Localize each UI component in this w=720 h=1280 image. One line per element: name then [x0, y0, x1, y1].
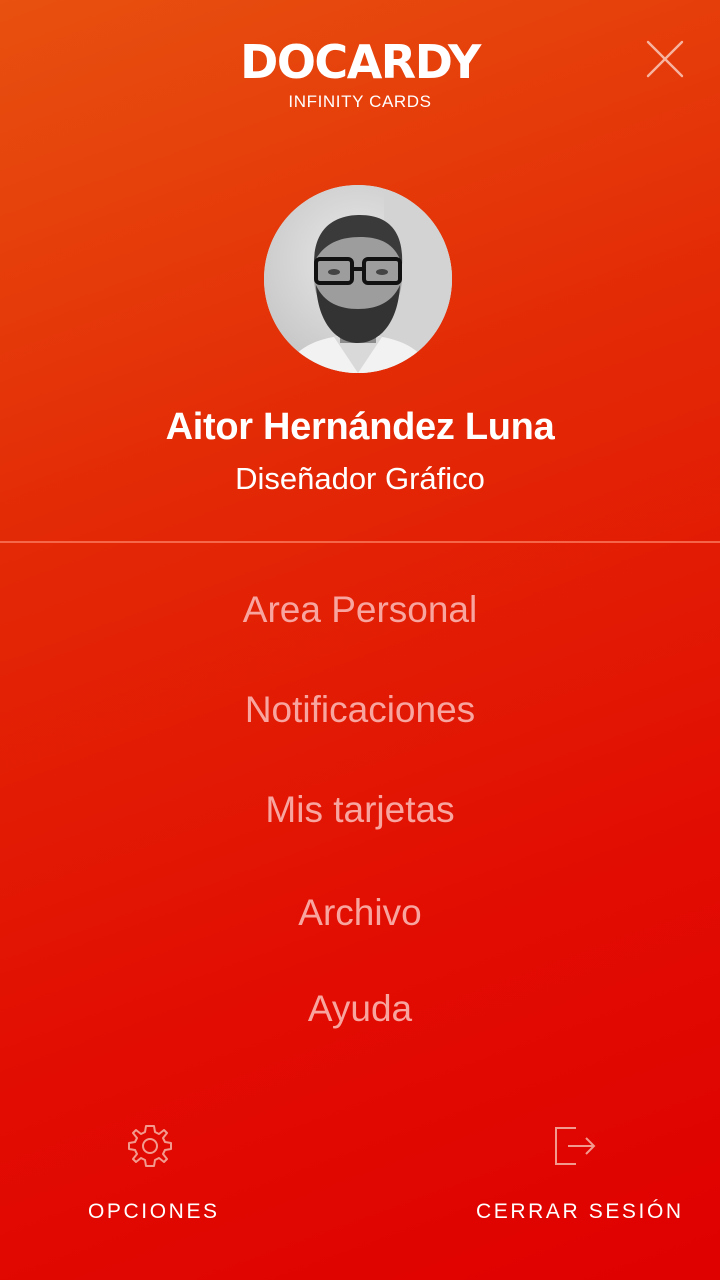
menu-item-area-personal[interactable]: Area Personal — [0, 586, 720, 634]
side-menu-screen: DOCARDY INFINITY CARDS Aitor Hernández L… — [0, 0, 720, 1280]
app-logo: DOCARDY INFINITY CARDS — [0, 34, 720, 113]
gear-icon — [128, 1125, 172, 1167]
logout-label: CERRAR SESIÓN — [476, 1200, 684, 1223]
avatar[interactable] — [264, 185, 452, 373]
divider — [0, 541, 720, 543]
logout-button[interactable]: CERRAR SESIÓN — [460, 1118, 690, 1230]
user-name: Aitor Hernández Luna — [165, 406, 555, 448]
menu-item-notificaciones[interactable]: Notificaciones — [0, 686, 720, 734]
logout-icon — [555, 1127, 596, 1165]
logo-title: DOCARDY — [240, 35, 481, 89]
avatar-photo — [264, 185, 452, 373]
menu-item-ayuda[interactable]: Ayuda — [0, 985, 720, 1033]
options-label: OPCIONES — [88, 1200, 220, 1223]
menu-item-archivo[interactable]: Archivo — [0, 889, 720, 937]
logo-subtitle: INFINITY CARDS — [288, 92, 432, 111]
user-role: Diseñador Gráfico — [235, 461, 485, 496]
options-button[interactable]: OPCIONES — [60, 1118, 240, 1230]
close-icon — [646, 40, 684, 78]
menu-item-mis-tarjetas[interactable]: Mis tarjetas — [0, 786, 720, 834]
close-button[interactable] — [638, 32, 692, 86]
